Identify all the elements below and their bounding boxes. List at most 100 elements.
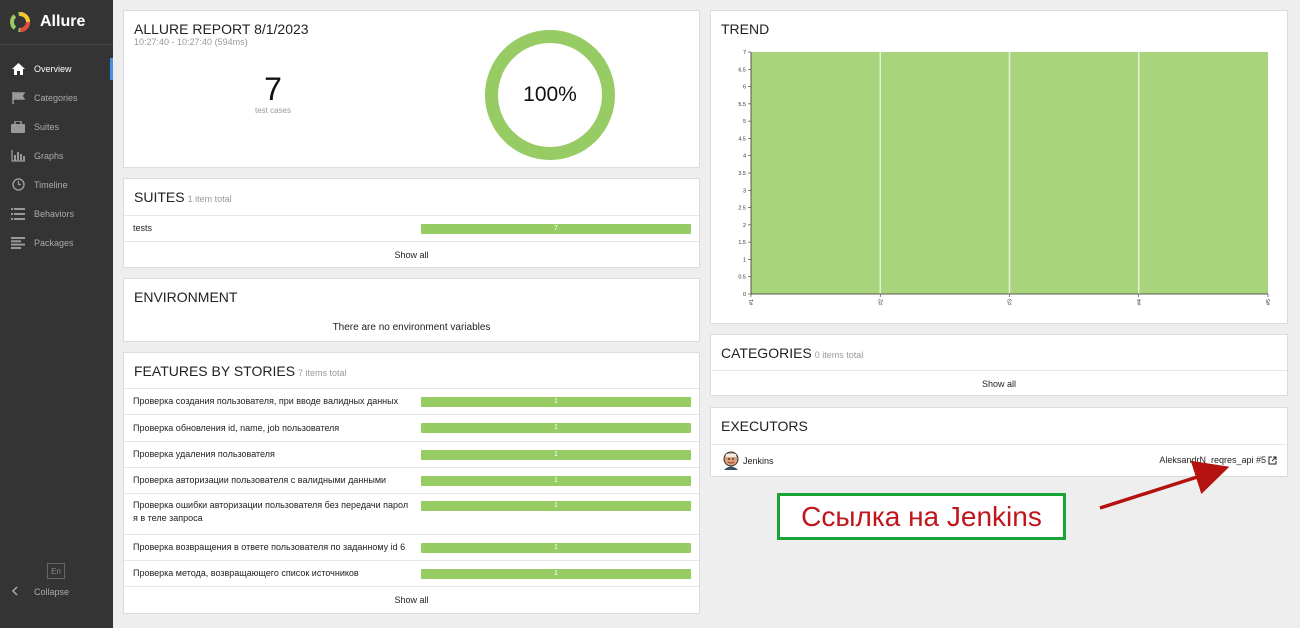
environment-widget: ENVIRONMENT There are no environment var… xyxy=(123,278,700,342)
trend-y-tick-label: 5.5 xyxy=(738,102,746,108)
trend-x-tick-label: #3 xyxy=(1008,299,1014,305)
app-title: Allure xyxy=(40,13,86,30)
environment-empty-text: There are no environment variables xyxy=(332,322,491,333)
trend-y-tick-label: 7 xyxy=(743,50,746,56)
trend-y-tick-label: 0.5 xyxy=(738,275,746,281)
sidebar-item-label: Timeline xyxy=(34,179,68,190)
clock-icon xyxy=(11,178,25,192)
test-count-label: test cases xyxy=(254,106,291,115)
feature-bar: 1 xyxy=(421,450,691,460)
language-selector[interactable]: En xyxy=(47,563,65,579)
trend-y-tick-label: 6.5 xyxy=(738,67,746,73)
list-icon xyxy=(11,207,25,221)
align-left-icon xyxy=(11,236,25,250)
trend-y-tick-label: 3 xyxy=(743,188,746,194)
report-time: 10:27:40 - 10:27:40 (594ms) xyxy=(134,37,248,47)
sidebar: Allure Overview Categories Suites Graphs xyxy=(0,0,113,628)
trend-y-tick-label: 3.5 xyxy=(738,171,746,177)
trend-y-tick-label: 4 xyxy=(743,154,746,160)
trend-y-tick-label: 1.5 xyxy=(738,240,746,246)
trend-y-tick-label: 0 xyxy=(743,292,746,298)
categories-widget: CATEGORIES 0 items total Show all xyxy=(710,334,1288,396)
collapse-button[interactable]: Collapse xyxy=(11,586,69,598)
feature-name: Проверка авторизации пользователя с вали… xyxy=(133,475,387,485)
features-title-text: FEATURES BY STORIES xyxy=(134,363,296,379)
trend-y-tick-label: 1 xyxy=(743,257,746,263)
sidebar-item-label: Overview xyxy=(34,63,72,74)
external-link-icon xyxy=(1268,456,1277,464)
test-count: 7 xyxy=(264,71,282,107)
feature-name: Проверка обновления id, name, job пользо… xyxy=(133,422,340,433)
suites-title-text: SUITES xyxy=(134,189,185,205)
trend-y-tick-label: 2 xyxy=(743,223,746,229)
executor-row[interactable]: Jenkins AleksandrN_reqres_api #5 xyxy=(711,444,1287,477)
jenkins-avatar-icon xyxy=(723,451,739,470)
sidebar-item-timeline[interactable]: Timeline xyxy=(0,170,113,199)
sidebar-item-suites[interactable]: Suites xyxy=(0,112,113,141)
feature-row[interactable]: Проверка авторизации пользователя с вали… xyxy=(124,467,699,493)
sidebar-item-graphs[interactable]: Graphs xyxy=(0,141,113,170)
features-widget: FEATURES BY STORIES 7 items total Проверк… xyxy=(123,352,700,614)
collapse-label: Collapse xyxy=(34,587,70,597)
annotation-label: Ссылка на Jenkins xyxy=(777,493,1066,540)
executor-name: Jenkins xyxy=(743,456,774,466)
trend-x-tick-label: #4 xyxy=(1137,299,1143,305)
sidebar-item-overview[interactable]: Overview xyxy=(0,54,113,83)
feature-row[interactable]: Проверка ошибки авторизации пользователя… xyxy=(124,493,699,534)
report-title: ALLURE REPORT 8/1/2023 xyxy=(134,21,309,37)
trend-y-tick-label: 2.5 xyxy=(738,206,746,212)
sidebar-item-categories[interactable]: Categories xyxy=(0,83,113,112)
feature-name: Проверка удаления пользователя xyxy=(133,449,275,459)
trend-x-tick-label: #5 xyxy=(1266,299,1272,305)
features-show-all-link[interactable]: Show all xyxy=(124,586,699,612)
feature-name: Проверка метода, возвращающего список ис… xyxy=(133,568,359,578)
summary-widget: ALLURE REPORT 8/1/2023 10:27:40 - 10:27:… xyxy=(123,10,700,168)
sidebar-item-label: Suites xyxy=(34,121,60,132)
suites-title: SUITES 1 item total xyxy=(124,179,699,215)
feature-bar: 1 xyxy=(421,397,691,407)
executor-build-link[interactable]: AleksandrN_reqres_api #5 xyxy=(1159,455,1277,465)
brand[interactable]: Allure xyxy=(0,0,113,45)
suites-widget: SUITES 1 item total tests 7 Show all xyxy=(123,178,700,268)
suites-show-all-link[interactable]: Show all xyxy=(124,241,699,267)
trend-y-tick-label: 5 xyxy=(743,119,746,125)
suites-count: 1 item total xyxy=(187,194,232,204)
executor-build-label: AleksandrN_reqres_api #5 xyxy=(1159,455,1266,465)
categories-show-all-link[interactable]: Show all xyxy=(711,370,1287,396)
feature-row[interactable]: Проверка метода, возвращающего список ис… xyxy=(124,560,699,586)
trend-chart: 0 0.5 1 1.5 2 2.5 3 3.5 4 4.5 5 5.5 6 6.5 7 #1 #2 #3 #4 #5 xyxy=(738,50,1272,305)
feature-name: Проверка создания пользователя, при ввод… xyxy=(133,396,399,406)
allure-logo-icon xyxy=(10,12,30,32)
sidebar-nav: Overview Categories Suites Graphs Timeli… xyxy=(0,54,113,257)
executors-widget: EXECUTORS Jenkins AleksandrN_reqres_api … xyxy=(710,407,1288,477)
feature-row[interactable]: Проверка удаления пользователя 1 xyxy=(124,441,699,467)
suite-bar: 7 xyxy=(421,224,691,234)
feature-name: Проверка возвращения в ответе пользовате… xyxy=(133,542,406,552)
bar-chart-icon xyxy=(11,149,25,163)
home-icon xyxy=(11,62,25,76)
feature-bar: 1 xyxy=(421,543,691,553)
sidebar-item-behaviors[interactable]: Behaviors xyxy=(0,199,113,228)
features-count: 7 items total xyxy=(298,368,347,378)
environment-title: ENVIRONMENT xyxy=(134,289,238,305)
feature-row[interactable]: Проверка возвращения в ответе пользовате… xyxy=(124,534,699,560)
trend-x-tick-label: #2 xyxy=(878,299,884,305)
feature-bar: 1 xyxy=(421,569,691,579)
chevron-left-icon xyxy=(11,586,25,598)
sidebar-item-packages[interactable]: Packages xyxy=(0,228,113,257)
trend-widget: TREND 0 0.5 1 1.5 2 2.5 3 3.5 4 4.5 5 5.5 6 6.5 7 #1 #2 #… xyxy=(710,10,1288,324)
feature-row[interactable]: Проверка создания пользователя, при ввод… xyxy=(124,388,699,414)
features-title: FEATURES BY STORIES 7 items total xyxy=(124,353,699,388)
feature-name: Проверка ошибки авторизации пользователя… xyxy=(133,500,409,523)
sidebar-item-label: Packages xyxy=(34,237,74,248)
executors-title: EXECUTORS xyxy=(721,418,808,434)
trend-y-tick-label: 6 xyxy=(743,85,746,91)
pass-rate-percent: 100% xyxy=(523,83,577,106)
suite-row[interactable]: tests 7 xyxy=(124,215,699,241)
feature-bar: 1 xyxy=(421,423,691,433)
categories-count: 0 items total xyxy=(814,350,864,360)
feature-row[interactable]: Проверка обновления id, name, job пользо… xyxy=(124,414,699,441)
trend-y-tick-label: 4.5 xyxy=(738,136,746,142)
flag-icon xyxy=(11,91,25,105)
suite-name: tests xyxy=(133,223,153,233)
